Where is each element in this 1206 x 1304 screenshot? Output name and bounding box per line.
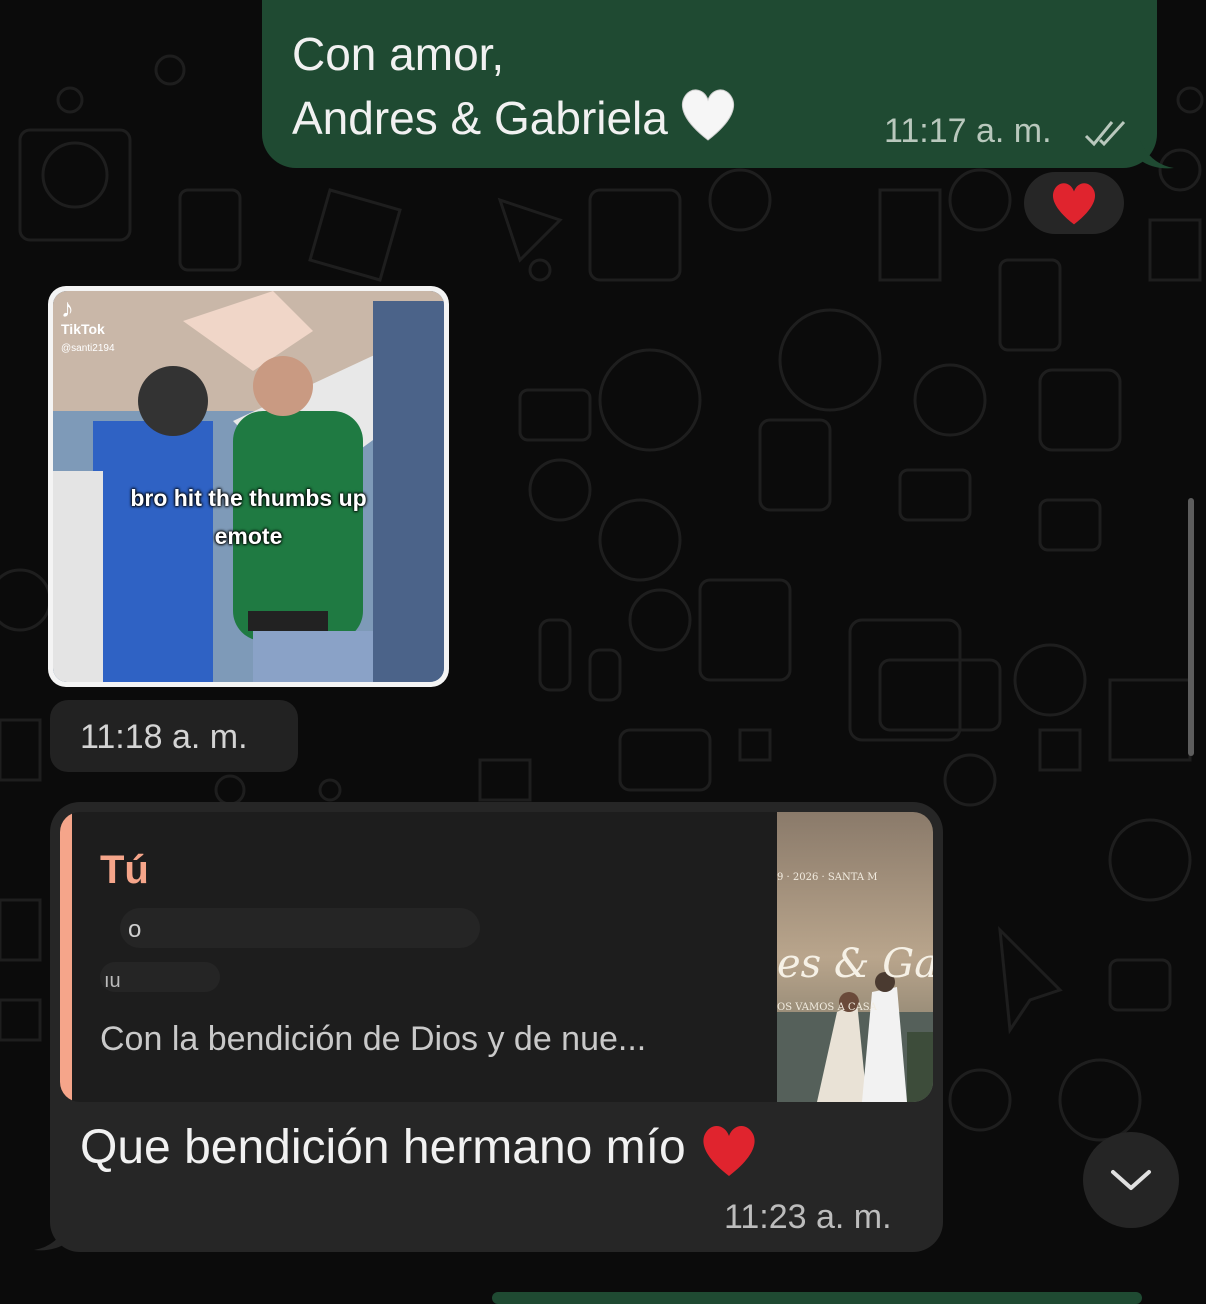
tiktok-brand: TikTok [61,321,105,337]
double-check-icon [1084,120,1126,147]
incoming-bubble-tail [34,1222,68,1251]
quote-accent-bar [60,812,72,1102]
red-heart-icon [1052,183,1096,225]
media-message-time: 11:18 a. m. [80,718,248,756]
scrollbar[interactable] [1188,498,1194,756]
wedding-invitation-image: 9 · 2026 · SANTA M es & Ga OS VAMOS A CA… [777,812,933,1102]
thumbnail-names: es & Ga [777,941,933,987]
tiktok-username: @santi2194 [61,343,115,354]
outgoing-message-text: Con amor, Andres & Gabriela [292,22,738,158]
video-thumbnail[interactable]: ♪ TikTok @santi2194 bro hit the thumbs u… [53,291,444,682]
quoted-fragment: ıu [104,970,121,992]
chevron-down-icon [1111,1170,1151,1190]
scroll-to-bottom-button[interactable] [1083,1132,1179,1228]
red-heart-icon [703,1126,755,1177]
media-time-pill: 11:18 a. m. [50,700,298,772]
quoted-image-thumbnail: 9 · 2026 · SANTA M es & Ga OS VAMOS A CA… [777,812,933,1102]
outgoing-message-time: 11:17 a. m. [884,112,1052,150]
quoted-author: Tú [100,848,149,892]
quoted-fragment: o [128,916,142,943]
quoted-message[interactable]: Tú o ıu Con la bendición de Dios y de nu… [60,812,933,1102]
video-caption: bro hit the thumbs up emote [130,485,367,549]
next-outgoing-bubble-edge [492,1292,1142,1304]
white-heart-icon [678,86,738,158]
message-reaction[interactable] [1024,172,1124,234]
tiktok-watermark: ♪ TikTok [61,295,105,337]
reply-message-time: 11:23 a. m. [724,1198,892,1236]
outgoing-bubble-tail [1140,140,1174,169]
thumbnail-subtitle: OS VAMOS A CASA [777,1002,878,1013]
reply-message-text: Que bendición hermano mío [80,1120,759,1178]
reply-message-body: Que bendición hermano mío [80,1121,686,1174]
outgoing-message-body: Con amor, Andres & Gabriela [292,28,668,145]
thumbnail-date: 9 · 2026 · SANTA M [777,872,877,883]
quoted-blurred-line [120,908,480,948]
quoted-text: Con la bendición de Dios y de nue... [100,1020,647,1058]
tiktok-note-icon: ♪ [61,293,74,323]
